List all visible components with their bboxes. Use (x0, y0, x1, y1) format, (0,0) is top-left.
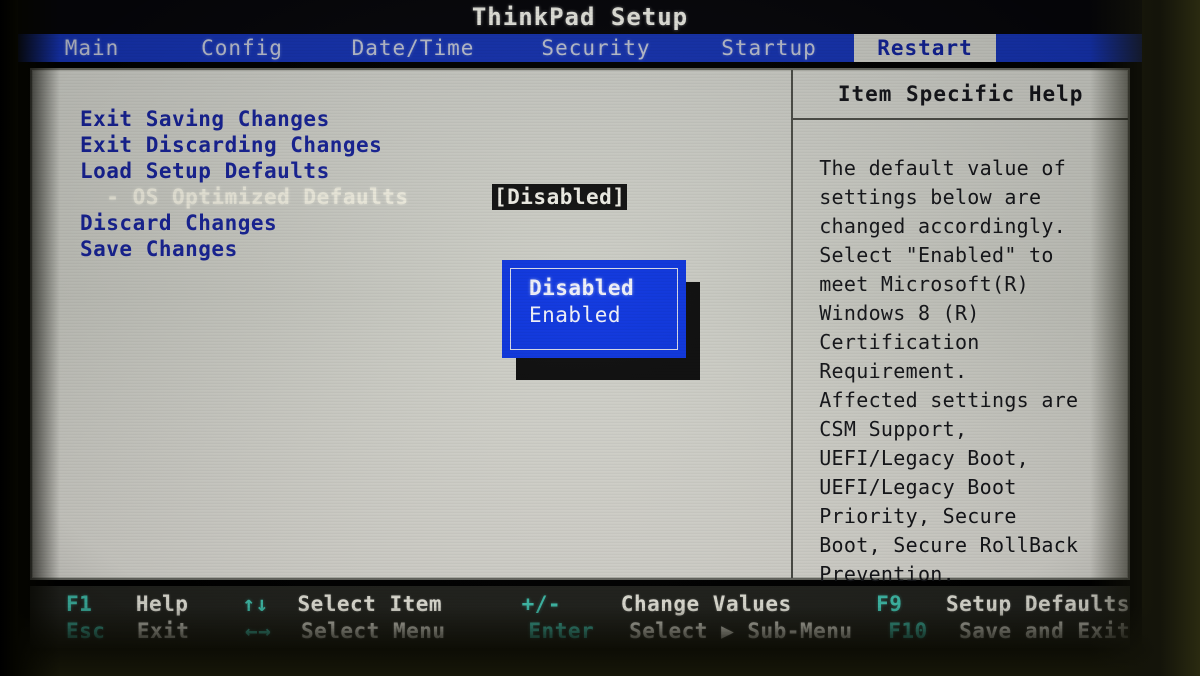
restart-menu-list: Exit Saving Changes Exit Discarding Chan… (80, 106, 700, 262)
tab-date-time[interactable]: Date/Time (318, 34, 508, 62)
help-line: UEFI/Legacy Boot, (819, 446, 1030, 470)
key-f9: F9 (876, 591, 903, 616)
help-line: Priority, Secure (819, 504, 1017, 528)
help-line: Boot, Secure RollBack (819, 533, 1079, 557)
help-line: The default value of (819, 156, 1067, 180)
content-panel: Exit Saving Changes Exit Discarding Chan… (30, 68, 1130, 586)
help-line: Affected settings are (819, 388, 1079, 412)
tab-bar: Main Config Date/Time Security Startup R… (18, 34, 1142, 62)
tab-startup[interactable]: Startup (684, 34, 854, 62)
tab-security[interactable]: Security (508, 34, 684, 62)
menu-item-discard-changes[interactable]: Discard Changes (80, 210, 700, 236)
key-esc-desc: Exit (136, 618, 190, 643)
tab-config[interactable]: Config (166, 34, 318, 62)
help-line: Requirement. (819, 359, 968, 383)
help-title: Item Specific Help (837, 82, 1084, 106)
key-f10: F10 (888, 618, 928, 643)
popup-option-enabled[interactable]: Enabled (529, 302, 677, 329)
key-esc: Esc (66, 618, 106, 643)
key-leftright-desc: Select Menu (300, 618, 446, 643)
tab-restart[interactable]: Restart (854, 34, 996, 62)
key-f1: F1 (66, 591, 93, 616)
help-line: Certification (819, 330, 980, 354)
popup-box: Disabled Enabled (502, 260, 686, 358)
help-header: Item Specific Help (793, 70, 1128, 120)
photo-frame: ThinkPad Setup Main Config Date/Time Sec… (0, 0, 1200, 676)
help-line: UEFI/Legacy Boot (819, 475, 1017, 499)
bios-screen: ThinkPad Setup Main Config Date/Time Sec… (18, 0, 1142, 660)
settings-column: Exit Saving Changes Exit Discarding Chan… (32, 70, 791, 578)
help-body: The default value of settings below are … (793, 120, 1128, 589)
menu-item-label: Load Setup Defaults (80, 159, 330, 183)
menu-item-label: Exit Saving Changes (80, 107, 330, 131)
key-legend-row-1: F1 Help ↑↓ Select Item +/- Change Values… (66, 590, 1130, 617)
key-plus-minus-desc: Change Values (620, 591, 792, 616)
help-line: meet Microsoft(R) (819, 272, 1030, 296)
menu-item-exit-saving-changes[interactable]: Exit Saving Changes (80, 106, 700, 132)
item-specific-help-panel: Item Specific Help The default value of … (791, 70, 1128, 586)
key-legend-row-2: Esc Exit ←→ Select Menu Enter Select ▶ S… (66, 617, 1130, 644)
menu-item-label: Exit Discarding Changes (80, 133, 383, 157)
help-line: Windows 8 (R) (819, 301, 980, 325)
help-line: settings below are (819, 185, 1042, 209)
menu-item-exit-discarding-changes[interactable]: Exit Discarding Changes (80, 132, 700, 158)
popup-option-disabled[interactable]: Disabled (529, 275, 677, 302)
menu-item-label: Save Changes (80, 237, 238, 261)
help-line: changed accordingly. (819, 214, 1067, 238)
menu-item-label: - OS Optimized Defaults (80, 185, 409, 209)
help-line: CSM Support, (819, 417, 968, 441)
key-f1-desc: Help (135, 591, 189, 616)
title-bar: ThinkPad Setup (18, 0, 1142, 34)
help-line: Select "Enabled" to (819, 243, 1054, 267)
help-line: Prevention. (819, 562, 955, 586)
menu-item-os-optimized-defaults[interactable]: - OS Optimized Defaults [Disabled] (80, 184, 700, 210)
key-legend-bar: F1 Help ↑↓ Select Item +/- Change Values… (30, 586, 1130, 648)
key-updown-arrows: ↑↓ (242, 591, 269, 616)
os-optimized-defaults-value[interactable]: [Disabled] (492, 184, 628, 210)
key-plus-minus: +/- (521, 591, 562, 616)
key-enter-desc: Select ▶ Sub-Menu (629, 618, 853, 643)
menu-item-load-setup-defaults[interactable]: Load Setup Defaults (80, 158, 700, 184)
menu-item-save-changes[interactable]: Save Changes (80, 236, 700, 262)
key-updown-desc: Select Item (297, 591, 443, 616)
popup-inner-border: Disabled Enabled (510, 268, 678, 350)
key-leftright-arrows: ←→ (245, 618, 272, 643)
key-f9-desc: Setup Defaults (945, 591, 1130, 616)
key-enter: Enter (528, 618, 595, 643)
tab-main[interactable]: Main (18, 34, 166, 62)
value-dropdown-popup: Disabled Enabled (502, 260, 712, 380)
menu-item-label: Discard Changes (80, 211, 278, 235)
key-f10-desc: Save and Exit (959, 618, 1130, 643)
page-title: ThinkPad Setup (471, 3, 689, 31)
